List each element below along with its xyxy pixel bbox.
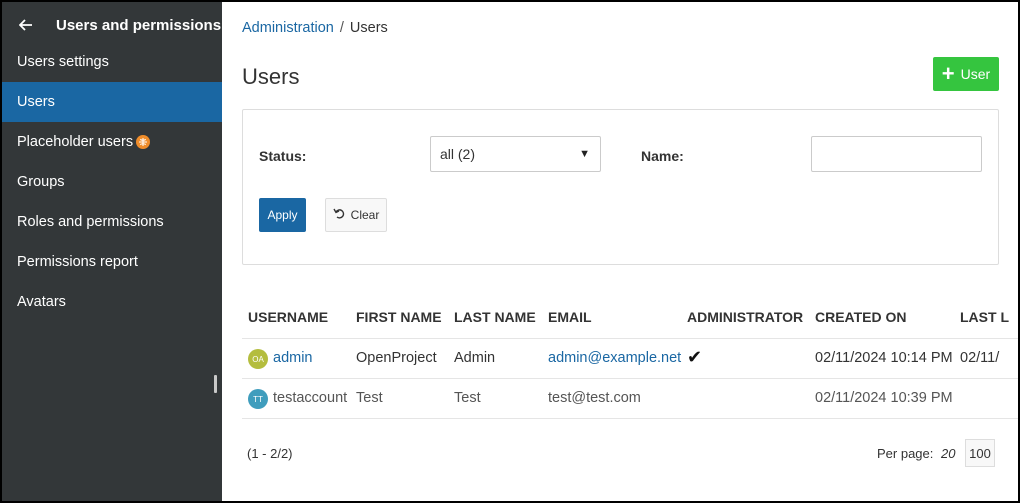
add-user-label: User — [960, 66, 991, 82]
undo-icon — [333, 208, 345, 222]
created-on-cell: 02/11/2024 10:39 PM — [815, 390, 953, 406]
column-header-email[interactable]: EMAIL — [548, 309, 592, 325]
first-name-cell: Test — [356, 390, 383, 406]
page-title: Users — [242, 64, 300, 89]
sidebar-item-placeholder-users[interactable]: Placeholder users — [2, 122, 222, 162]
column-header-last-login[interactable]: LAST L — [960, 309, 1009, 325]
sidebar-item-permissions-report[interactable]: Permissions report — [2, 242, 222, 282]
checkmark-icon: ✔ — [687, 347, 703, 367]
last-name-cell: Test — [454, 390, 481, 406]
table-header-row: USERNAME FIRST NAME LAST NAME EMAIL ADMI… — [242, 297, 1018, 339]
sidebar: Users and permissions Users settings Use… — [2, 2, 222, 501]
sidebar-item-label: Groups — [17, 174, 65, 190]
username-link[interactable]: testaccount — [273, 390, 347, 406]
table-row: OA admin OpenProject Admin admin@example… — [242, 339, 1018, 379]
email-cell: test@test.com — [548, 390, 641, 406]
email-link[interactable]: admin@example.net — [548, 350, 681, 366]
sidebar-item-label: Users settings — [17, 54, 109, 70]
name-label: Name: — [641, 148, 684, 164]
sidebar-item-label: Roles and permissions — [17, 214, 164, 230]
breadcrumb: Administration / Users — [242, 20, 388, 36]
users-table: USERNAME FIRST NAME LAST NAME EMAIL ADMI… — [242, 297, 1018, 419]
enterprise-badge-icon — [136, 135, 151, 149]
sidebar-item-label: Users — [17, 94, 55, 110]
per-page-option-20[interactable]: 20 — [941, 446, 955, 461]
per-page-option-100[interactable]: 100 — [965, 439, 995, 467]
add-user-button[interactable]: + User — [933, 57, 999, 91]
name-input[interactable] — [811, 136, 982, 172]
column-header-first-name[interactable]: FIRST NAME — [356, 309, 442, 325]
status-select-value: all (2) — [440, 146, 476, 162]
caret-down-icon: ▼ — [579, 148, 590, 160]
created-on-cell: 02/11/2024 10:14 PM — [815, 350, 953, 366]
sidebar-item-label: Permissions report — [17, 254, 138, 270]
sidebar-item-avatars[interactable]: Avatars — [2, 282, 222, 322]
first-name-cell: OpenProject — [356, 350, 437, 366]
column-header-administrator[interactable]: ADMINISTRATOR — [687, 309, 803, 325]
column-header-created-on[interactable]: CREATED ON — [815, 309, 907, 325]
filter-panel: Status: all (2) ▼ Name: Apply Clear — [242, 109, 999, 265]
username-link[interactable]: admin — [273, 350, 313, 366]
main-content: Administration / Users Users + User Status… — [222, 2, 1018, 501]
sidebar-item-label: Placeholder users — [17, 134, 134, 150]
app-window: Users and permissions Users settings Use… — [2, 2, 1018, 501]
sidebar-item-users-settings[interactable]: Users settings — [2, 42, 222, 82]
last-login-cell: 02/11/ — [960, 350, 1000, 366]
table-row: TT testaccount Test Test test@test.com 0… — [242, 379, 1018, 419]
status-select[interactable]: all (2) ▼ — [430, 136, 601, 172]
clear-button[interactable]: Clear — [325, 198, 387, 232]
sidebar-item-users[interactable]: Users — [2, 82, 222, 122]
per-page-label: Per page: — [877, 446, 934, 461]
breadcrumb-separator: / — [339, 20, 344, 36]
breadcrumb-administration-link[interactable]: Administration — [242, 20, 334, 36]
apply-button[interactable]: Apply — [259, 198, 306, 232]
sidebar-item-groups[interactable]: Groups — [2, 162, 222, 202]
avatar: TT — [248, 389, 268, 409]
sidebar-title: Users and permissions — [56, 16, 222, 34]
plus-icon: + — [941, 61, 955, 86]
status-label: Status: — [259, 148, 307, 164]
column-header-last-name[interactable]: LAST NAME — [454, 309, 536, 325]
column-header-username[interactable]: USERNAME — [248, 309, 328, 325]
pagination-info: (1 - 2/2) — [247, 446, 293, 461]
back-arrow-icon[interactable] — [16, 15, 36, 35]
last-name-cell: Admin — [454, 350, 496, 366]
sidebar-resize-handle[interactable] — [214, 375, 217, 393]
sidebar-item-label: Avatars — [17, 294, 66, 310]
clear-label: Clear — [350, 208, 380, 222]
breadcrumb-current: Users — [349, 20, 388, 36]
avatar: OA — [248, 349, 268, 369]
sidebar-item-roles-and-permissions[interactable]: Roles and permissions — [2, 202, 222, 242]
